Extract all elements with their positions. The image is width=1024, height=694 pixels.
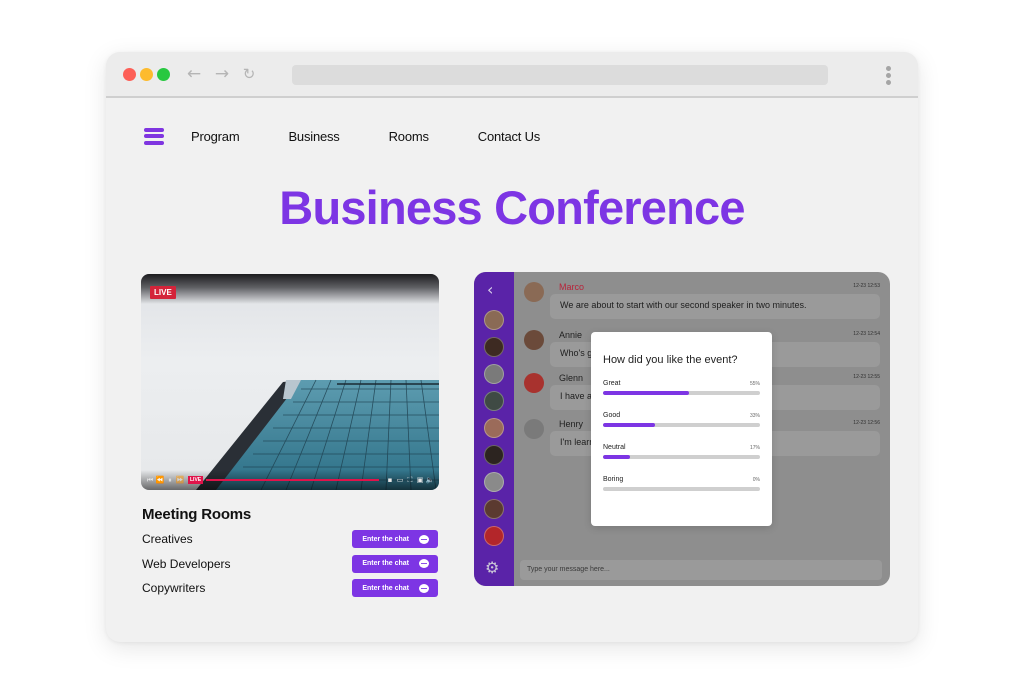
enter-chat-button[interactable]: Enter the chat <box>352 530 438 549</box>
sidebar-avatar[interactable] <box>484 472 504 492</box>
poll-option[interactable]: Good 33% <box>603 412 760 444</box>
room-name: Web Developers <box>142 556 231 571</box>
message-input[interactable]: Type your message here... <box>520 560 882 580</box>
live-badge: LIVE <box>150 286 176 299</box>
reload-icon[interactable]: ↻ <box>239 64 259 84</box>
message-author: Marco <box>559 282 585 292</box>
forward-arrow-icon[interactable]: → <box>212 64 232 84</box>
sidebar-avatar[interactable] <box>484 364 504 384</box>
chat-bubble-icon <box>419 534 429 544</box>
chat-bubble-icon <box>419 559 429 569</box>
poll-option-label: Good <box>603 412 621 419</box>
poll-option-label: Boring <box>603 476 624 483</box>
building-image <box>196 379 439 490</box>
close-window-button[interactable] <box>123 68 136 81</box>
maximize-window-button[interactable] <box>157 68 170 81</box>
room-name: Copywriters <box>142 581 206 596</box>
enter-chat-label: Enter the chat <box>362 560 409 568</box>
poll-bar-track <box>603 487 760 491</box>
hamburger-menu-icon[interactable] <box>144 127 164 145</box>
browser-menu-icon[interactable] <box>884 66 892 86</box>
skip-back-icon[interactable]: ⏮ <box>145 476 155 485</box>
browser-window: ← → ↻ Program Business Rooms Contact Us … <box>106 52 918 642</box>
poll-bar-fill <box>603 391 690 395</box>
fullscreen-icon[interactable]: ⛶ <box>405 476 415 485</box>
room-item: Copywriters Enter the chat <box>142 576 438 601</box>
poll-option[interactable]: Neutral 17% <box>603 444 760 476</box>
message-text: We are about to start with our second sp… <box>550 294 880 319</box>
video-controls: ⏮ ⏪ ⏸ ⏩ LIVE ▪ ▭ ⛶ ▣ 🔈 <box>141 470 439 490</box>
nav-link-rooms[interactable]: Rooms <box>389 129 429 144</box>
message-time: 12-23 12:54 <box>853 331 880 337</box>
back-arrow-icon[interactable]: ← <box>184 64 204 84</box>
poll-bar-track <box>603 391 760 395</box>
sidebar-avatar[interactable] <box>484 418 504 438</box>
gear-icon[interactable]: ⚙ <box>485 558 499 577</box>
enter-chat-label: Enter the chat <box>362 535 409 543</box>
poll-option-percent: 0% <box>752 477 760 483</box>
video-progress-bar[interactable] <box>206 479 379 481</box>
message-author: Henry <box>559 419 584 429</box>
poll-option[interactable]: Great 55% <box>603 380 760 412</box>
nav-link-program[interactable]: Program <box>191 129 240 144</box>
poll-question: How did you like the event? <box>603 354 738 366</box>
poll-bar-track <box>603 455 760 459</box>
message-author: Annie <box>559 330 583 340</box>
poll-bar-fill <box>603 423 655 427</box>
address-bar[interactable] <box>292 65 828 85</box>
chat-sidebar: ‹ ⚙ <box>474 272 514 586</box>
poll-bar-track <box>603 423 760 427</box>
poll-bar-fill <box>603 455 630 459</box>
avatar <box>524 419 544 439</box>
room-item: Web Developers Enter the chat <box>142 552 438 577</box>
message-time: 12-23 12:53 <box>853 283 880 289</box>
sidebar-avatar[interactable] <box>484 310 504 330</box>
captions-icon[interactable]: ▭ <box>395 476 405 484</box>
poll-option-percent: 55% <box>749 381 760 387</box>
meeting-rooms: Meeting Rooms Creatives Enter the chat W… <box>142 506 438 601</box>
avatar <box>524 330 544 350</box>
poll-option-label: Neutral <box>603 444 626 451</box>
enter-chat-button[interactable]: Enter the chat <box>352 554 438 573</box>
avatar <box>524 282 544 302</box>
room-item: Creatives Enter the chat <box>142 527 438 552</box>
rewind-icon[interactable]: ⏪ <box>155 476 165 484</box>
sidebar-avatar[interactable] <box>484 445 504 465</box>
message-time: 12-23 12:55 <box>853 374 880 380</box>
live-indicator: LIVE <box>188 476 204 484</box>
avatar <box>524 373 544 393</box>
nav-link-contact[interactable]: Contact Us <box>478 129 541 144</box>
sidebar-avatar[interactable] <box>484 499 504 519</box>
message-author: Glenn <box>559 373 584 383</box>
chat-bubble-icon <box>419 583 429 593</box>
page-title: Business Conference <box>279 181 745 234</box>
browser-titlebar: ← → ↻ <box>106 52 918 98</box>
message-time: 12-23 12:56 <box>853 420 880 426</box>
poll-option-label: Great <box>603 380 621 387</box>
enter-chat-label: Enter the chat <box>362 584 409 592</box>
nav-link-business[interactable]: Business <box>288 129 339 144</box>
sidebar-avatar[interactable] <box>484 526 504 546</box>
pause-icon[interactable]: ⏸ <box>165 476 175 485</box>
sidebar-avatar[interactable] <box>484 391 504 411</box>
meeting-rooms-heading: Meeting Rooms <box>142 506 252 523</box>
volume-icon[interactable]: 🔈 <box>425 476 435 484</box>
poll-option-percent: 17% <box>749 445 760 451</box>
poll-option[interactable]: Boring 0% <box>603 476 760 508</box>
chat-icon[interactable]: ▪ <box>385 476 395 484</box>
room-name: Creatives <box>142 532 193 547</box>
sidebar-avatar[interactable] <box>484 337 504 357</box>
enter-chat-button[interactable]: Enter the chat <box>352 579 438 598</box>
video-top-shade <box>141 274 439 304</box>
pip-icon[interactable]: ▣ <box>415 476 425 484</box>
video-player[interactable]: LIVE ⏮ ⏪ ⏸ ⏩ LIVE ▪ ▭ ⛶ ▣ 🔈 <box>141 274 439 490</box>
main-nav: Program Business Rooms Contact Us <box>144 126 589 146</box>
poll-card: How did you like the event? Great 55% Good… <box>591 332 772 526</box>
chevron-left-icon[interactable]: ‹ <box>487 280 493 299</box>
fast-forward-icon[interactable]: ⏩ <box>175 476 185 484</box>
poll-option-percent: 33% <box>749 413 760 419</box>
minimize-window-button[interactable] <box>140 68 153 81</box>
